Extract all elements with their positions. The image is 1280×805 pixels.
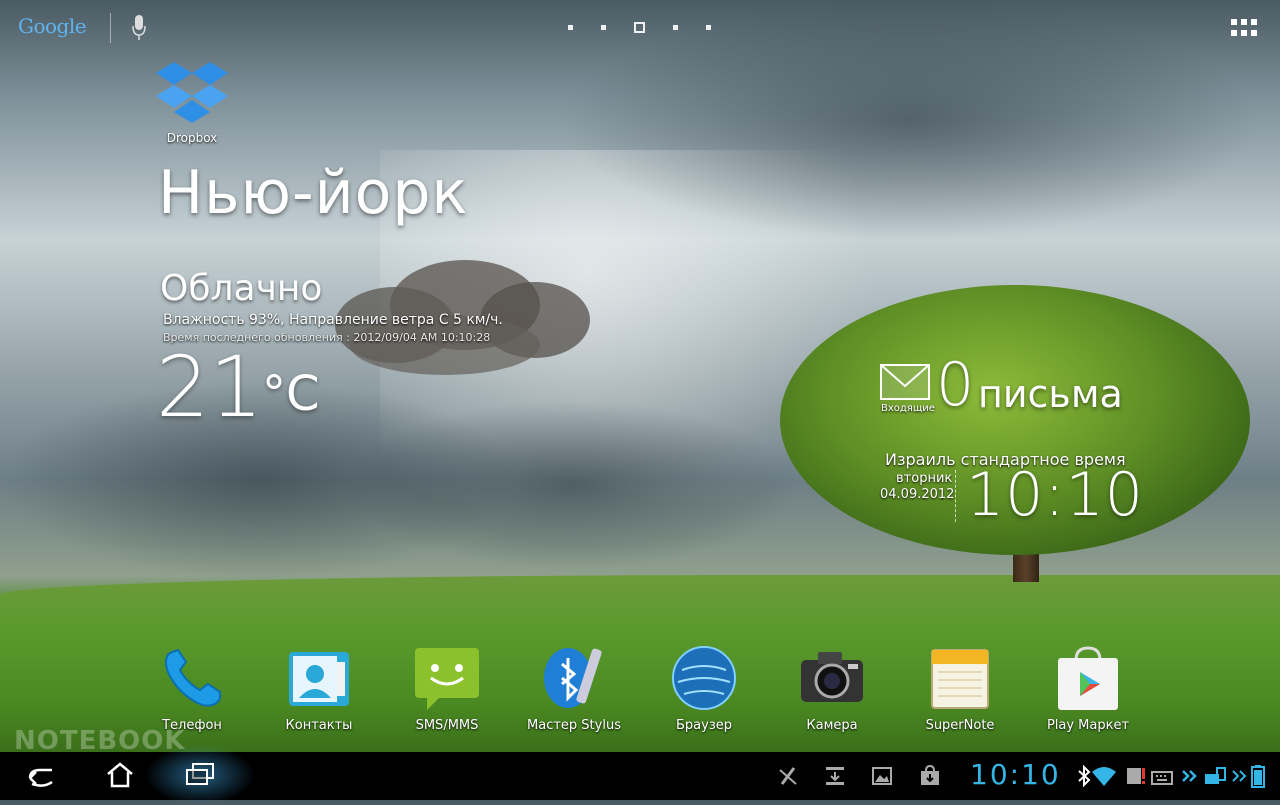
store-download-notification-icon[interactable] [918,764,942,788]
messaging-icon [415,648,479,710]
microphone-icon[interactable] [132,14,146,42]
download-notification-icon[interactable] [823,764,847,788]
home-icon[interactable] [103,760,137,790]
recent-apps-icon[interactable] [183,760,217,790]
dock-app-camera[interactable]: Камера [772,640,892,733]
dock-app-supernote[interactable]: SuperNote [900,640,1020,733]
stylus-notification-icon[interactable] [776,764,800,788]
dock-app-contacts[interactable]: Контакты [259,640,379,733]
clock-divider [955,470,956,522]
envelope-icon[interactable] [880,364,930,400]
apps-grid-cell [1251,19,1257,25]
wallpaper-cloud [340,400,800,570]
apps-grid-cell [1231,19,1237,25]
dock-app-stylus[interactable]: Мастер Stylus [514,640,634,733]
page-dot-active[interactable] [634,22,645,33]
weather-condition: Облачно [160,268,323,309]
screenshot-notification-icon[interactable] [870,764,894,788]
page-dot[interactable] [601,25,606,30]
page-dot[interactable] [568,25,573,30]
clock-time[interactable]: 10:10 [966,460,1144,530]
page-indicator[interactable] [568,22,739,33]
dock-app-label: Play Маркет [1046,718,1130,733]
dropbox-shortcut[interactable]: Dropbox [152,58,232,145]
clock-date: 04.09.2012 [880,487,955,502]
back-icon[interactable] [24,760,58,790]
dock-app-label: SMS/MMS [415,718,479,733]
charging-chevron-icon [1232,770,1247,782]
dock-app-label: Браузер [676,718,732,733]
email-label: письма [978,372,1123,416]
keyboard-icon[interactable] [1150,764,1174,788]
all-apps-button[interactable] [1231,19,1257,37]
dropbox-label: Dropbox [166,131,218,145]
stylus-icon [544,648,602,708]
search-divider [110,13,111,43]
weather-city[interactable]: Нью-йорк [158,158,469,228]
apps-grid-cell [1251,29,1257,36]
clock-weekday: вторник [896,471,953,486]
expand-chevron-icon[interactable] [1178,764,1202,788]
weather-temperature: 21 [156,338,263,436]
dock-app-phone[interactable]: Телефон [132,640,252,733]
apps-grid-cell [1231,29,1237,36]
wallpaper-cloud [560,0,1260,240]
page-dot[interactable] [673,25,678,30]
battery-icon [1251,765,1265,788]
alert-notification-icon[interactable] [1124,764,1148,788]
dock-app-browser[interactable]: Браузер [644,640,764,733]
email-inbox-label: Входящие [881,403,935,414]
browser-icon [672,646,736,710]
weather-details: Влажность 93%, Направление ветра С 5 км/… [163,312,503,328]
google-search-logo[interactable]: Google [18,14,87,38]
dropbox-icon [156,62,228,123]
dock-app-messaging[interactable]: SMS/MMS [387,640,507,733]
play-store-icon [1058,646,1118,710]
dock-app-label: SuperNote [925,718,995,733]
dock-battery-icon [1205,767,1226,784]
apps-grid-cell [1241,19,1247,25]
dock-app-label: Контакты [285,718,353,733]
camera-icon [801,652,863,702]
supernote-icon [931,649,989,709]
status-bar-clock[interactable]: 10:10 [970,758,1061,791]
apps-grid-cell [1241,29,1247,36]
dock-app-label: Камера [806,718,858,733]
weather-temperature-unit: °C [262,366,320,422]
dock-app-play-store[interactable]: Play Маркет [1028,640,1148,733]
email-count: 0 [936,350,975,420]
phone-icon [164,648,221,707]
page-dot[interactable] [706,25,711,30]
contacts-icon [289,652,349,706]
wifi-icon [1092,767,1116,786]
app-dock: Телефон Контакты SMS/MMS Мастер Stylus Б… [0,640,1280,740]
dock-app-label: Мастер Stylus [527,718,621,733]
